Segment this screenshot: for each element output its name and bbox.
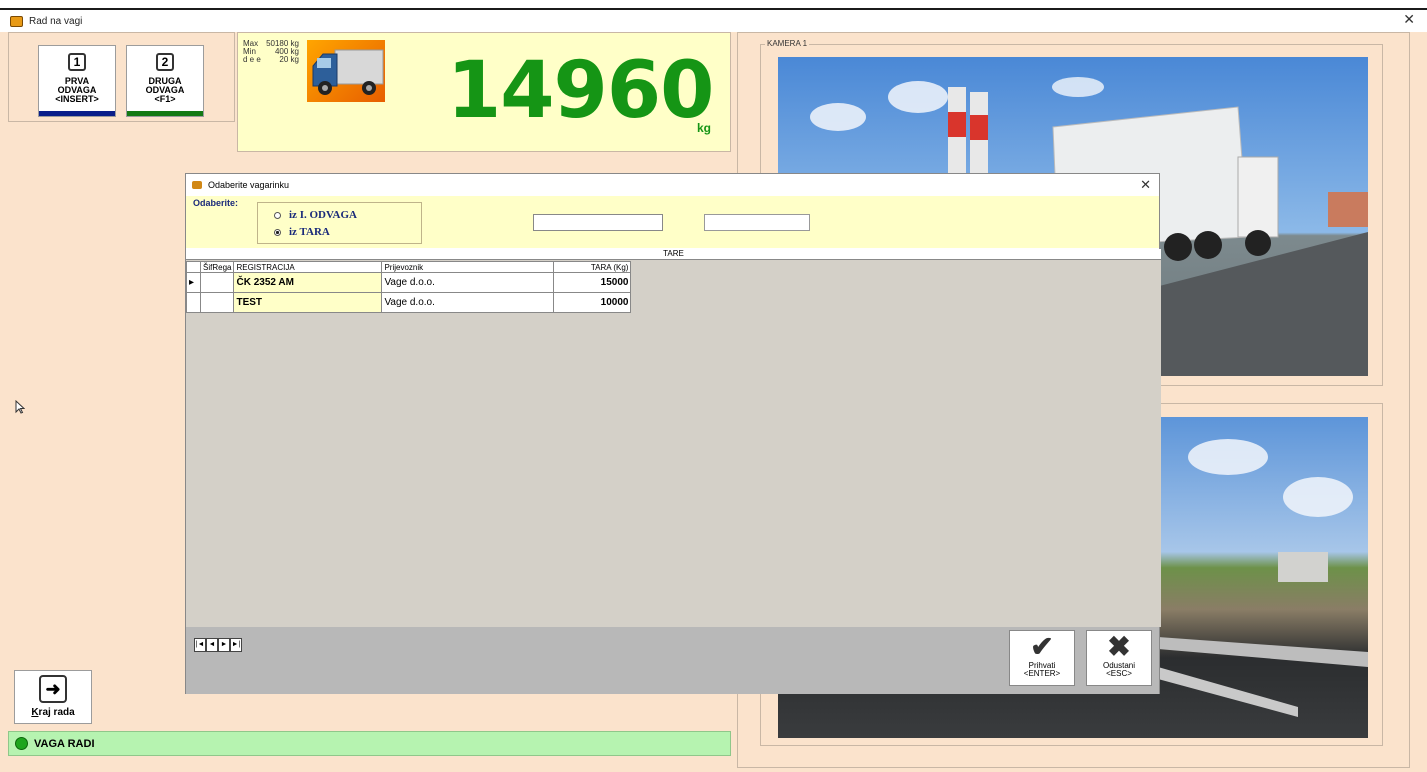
- cell-sifrega[interactable]: [199, 292, 235, 313]
- close-icon[interactable]: ✕: [1403, 11, 1415, 28]
- dialog-title: Odaberite vagarinku: [208, 180, 290, 190]
- status-indicator-icon: [15, 737, 28, 750]
- radio-circle-selected: [274, 228, 281, 236]
- radio-first-weighing-label: iz I. ODVAGA: [289, 209, 357, 221]
- cancel-shortcut: <ESC>: [1106, 669, 1132, 678]
- second-weighing-color-bar: [127, 111, 203, 116]
- last-record-icon[interactable]: ►|: [230, 638, 242, 652]
- scale-info: Max 50180 kg Min 400 kg d e e 20 kg: [243, 40, 299, 64]
- select-weighing-dialog: Odaberite vagarinku ✕ Odaberite: iz I. O…: [185, 173, 1161, 694]
- window-title: Rad na vagi: [29, 15, 83, 27]
- first-record-icon[interactable]: |◄: [194, 638, 206, 652]
- title-bar: Rad na vagi ✕: [0, 10, 1427, 32]
- mouse-cursor-icon: [15, 399, 26, 414]
- top-border: [0, 0, 1427, 10]
- second-weighing-shortcut: <F1>: [154, 94, 176, 104]
- cross-icon: ✖: [1107, 631, 1131, 662]
- filter-input[interactable]: [704, 214, 810, 231]
- source-radio-group: iz I. ODVAGA iz TARA: [257, 202, 422, 244]
- cancel-button[interactable]: ✖ Odustani <ESC>: [1086, 630, 1152, 686]
- radio-tara-label: iz TARA: [289, 226, 330, 238]
- dialog-close-icon[interactable]: ✕: [1140, 177, 1151, 193]
- number-two-icon: 2: [156, 53, 174, 71]
- division-value: 20 kg: [279, 55, 299, 64]
- table-header-row: ŠifRega REGISTRACIJA Prijevoznik TARA (K…: [186, 261, 632, 273]
- row-selector: [186, 292, 201, 313]
- cell-tara[interactable]: 10000: [553, 292, 632, 313]
- exit-label: Kraj rada: [31, 707, 75, 718]
- first-weighing-shortcut: <INSERT>: [55, 94, 99, 104]
- camera-1-label: KAMERA 1: [765, 39, 810, 48]
- truck-icon: [307, 40, 385, 102]
- status-text: VAGA RADI: [34, 737, 95, 750]
- checkmark-icon: ✔: [1030, 631, 1054, 662]
- accept-button[interactable]: ✔ Prihvati <ENTER>: [1009, 630, 1075, 686]
- second-weighing-button[interactable]: 2 DRUGA ODVAGA <F1>: [126, 45, 204, 117]
- search-input[interactable]: [533, 214, 663, 231]
- cell-prijevoznik[interactable]: Vage d.o.o.: [381, 272, 555, 293]
- col-prijevoznik[interactable]: Prijevoznik: [381, 261, 555, 273]
- exit-button[interactable]: ➜ Kraj rada: [14, 670, 92, 724]
- row-indicator-icon: ▸: [186, 272, 201, 293]
- tare-table: ŠifRega REGISTRACIJA Prijevoznik TARA (K…: [186, 261, 632, 313]
- cell-sifrega[interactable]: [199, 272, 235, 293]
- app-icon: [10, 15, 23, 27]
- radio-first-weighing[interactable]: iz I. ODVAGA: [274, 209, 357, 221]
- weight-value: 14960: [447, 46, 714, 136]
- cell-tara[interactable]: 15000: [553, 272, 632, 293]
- status-bar: VAGA RADI: [8, 731, 731, 756]
- weight-unit: kg: [697, 121, 712, 135]
- cell-registracija[interactable]: ČK 2352 AM: [233, 272, 383, 293]
- radio-tara[interactable]: iz TARA: [274, 226, 330, 238]
- radio-circle: [274, 211, 281, 219]
- table-row[interactable]: TEST Vage d.o.o. 10000: [186, 292, 632, 313]
- record-navigator: |◄ ◄ ► ►|: [194, 638, 242, 652]
- cell-prijevoznik[interactable]: Vage d.o.o.: [381, 292, 555, 313]
- exit-arrow-icon: ➜: [39, 675, 67, 703]
- col-registracija[interactable]: REGISTRACIJA: [233, 261, 383, 273]
- first-weighing-color-bar: [39, 111, 115, 116]
- grid-caption: TARE: [186, 249, 1161, 260]
- col-tara[interactable]: TARA (Kg): [553, 261, 632, 273]
- previous-record-icon[interactable]: ◄: [206, 638, 218, 652]
- table-row[interactable]: ▸ ČK 2352 AM Vage d.o.o. 15000: [186, 272, 632, 293]
- col-sifrega[interactable]: ŠifRega: [199, 261, 235, 273]
- accept-shortcut: <ENTER>: [1023, 669, 1061, 678]
- division-label: d e e: [243, 55, 261, 64]
- cell-registracija[interactable]: TEST: [233, 292, 383, 313]
- number-one-icon: 1: [68, 53, 86, 71]
- dialog-icon: [192, 181, 202, 189]
- first-weighing-button[interactable]: 1 PRVA ODVAGA <INSERT>: [38, 45, 116, 117]
- next-record-icon[interactable]: ►: [218, 638, 230, 652]
- row-selector-header: [186, 261, 201, 273]
- dialog-title-bar: Odaberite vagarinku ✕: [186, 174, 1159, 196]
- select-label: Odaberite:: [193, 198, 239, 208]
